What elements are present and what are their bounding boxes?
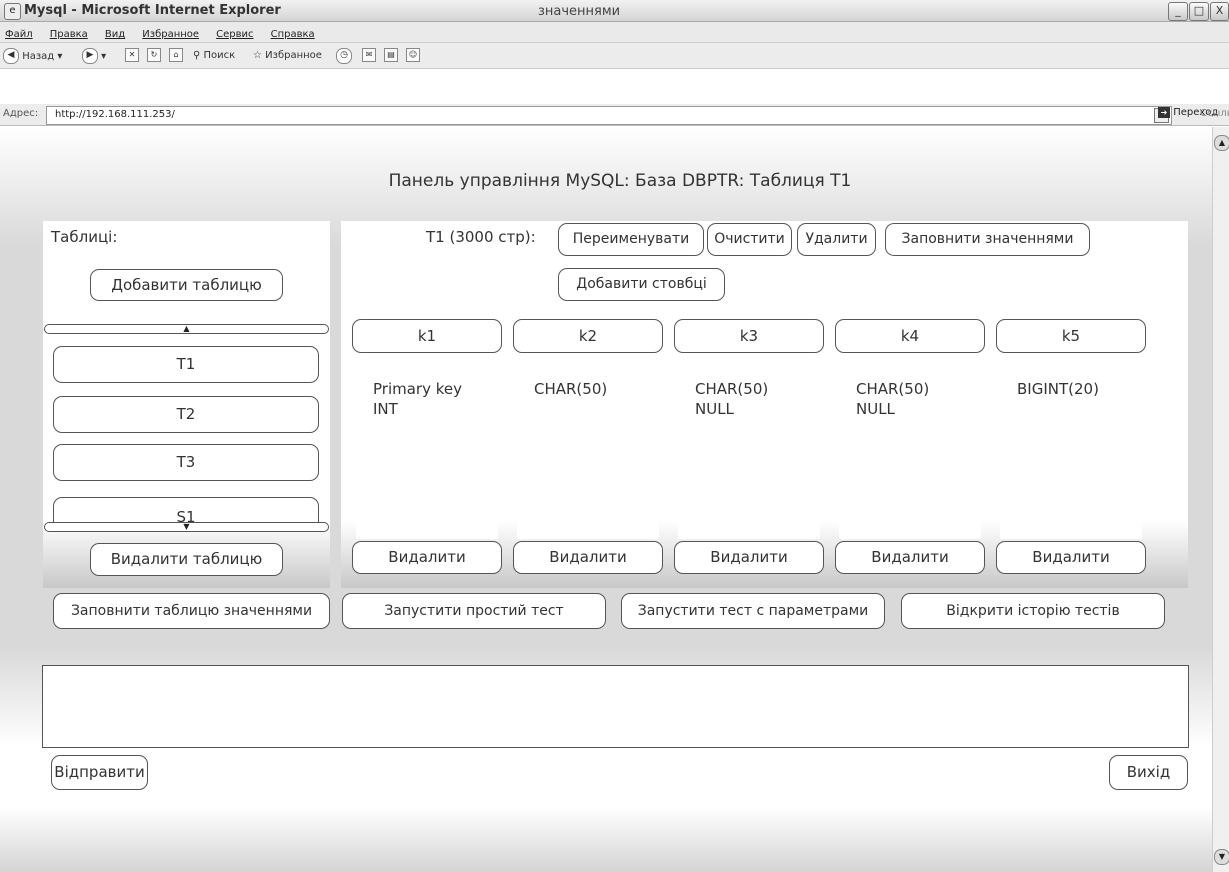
column-type-line: CHAR(50) (856, 380, 930, 398)
scroll-up-icon[interactable]: ▲ (1214, 135, 1229, 151)
history-button[interactable]: ◷ (336, 48, 352, 65)
close-button[interactable]: X (1210, 2, 1229, 21)
address-input[interactable]: http://192.168.111.253/ ▼ (46, 106, 1172, 125)
window-title: Mysql - Microsoft Internet Explorer (24, 3, 281, 18)
stop-button[interactable]: ✕ (125, 48, 139, 64)
add-table-button[interactable]: Добавити таблицю (90, 269, 283, 301)
menu-view[interactable]: Вид (105, 25, 125, 45)
menu-tools[interactable]: Сервис (216, 25, 253, 45)
search-label: Поиск (203, 50, 236, 61)
fill-values-button[interactable]: Заповнити значеннями (885, 223, 1090, 256)
minimize-button[interactable]: _ (1168, 2, 1188, 21)
title-bar: e Mysql - Microsoft Internet Explorer зн… (0, 0, 1229, 22)
delete-column-button[interactable]: Видалити (352, 541, 502, 574)
query-textarea[interactable] (42, 665, 1189, 748)
forward-button[interactable]: ▶ ▾ (82, 48, 106, 65)
column-header[interactable]: k1 (352, 319, 502, 353)
vertical-scrollbar[interactable]: ▲ ▼ (1212, 127, 1229, 872)
home-button[interactable]: ⌂ (169, 48, 183, 64)
print-button[interactable]: ▤ (384, 48, 398, 64)
column-header[interactable]: k4 (835, 319, 985, 353)
stop-icon: ✕ (125, 48, 139, 62)
home-icon: ⌂ (169, 48, 183, 62)
exit-button[interactable]: Вихід (1109, 755, 1188, 790)
tables-label: Таблиці: (51, 228, 118, 246)
column-type-line: CHAR(50) (534, 380, 608, 398)
list-scroll-down-icon[interactable]: ▼ (44, 522, 329, 532)
page-title: Панель управління MySQL: База DBPTR: Таб… (388, 171, 852, 191)
test-history-button[interactable]: Відкрити історію тестів (901, 593, 1165, 629)
table-item-t2[interactable]: T2 (53, 396, 319, 433)
column-type-line: BIGINT(20) (1017, 380, 1099, 398)
address-url: http://192.168.111.253/ (55, 109, 175, 120)
print-icon: ▤ (384, 48, 398, 62)
delete-column-button[interactable]: Видалити (674, 541, 824, 574)
go-arrow-icon: ➔ (1158, 107, 1170, 118)
toolbar: ◀ Назад ▾ ▶ ▾ ✕ ↻ ⌂ ⚲ Поиск ☆ Избранное … (0, 43, 1229, 69)
delete-column-button[interactable]: Видалити (513, 541, 663, 574)
star-icon: ☆ (253, 50, 262, 61)
column-header[interactable]: k5 (996, 319, 1146, 353)
menu-file[interactable]: Файл (5, 25, 33, 45)
delete-table-button[interactable]: Видалити таблицю (90, 543, 283, 576)
param-test-button[interactable]: Запустити тест с параметрами (621, 593, 885, 629)
delete-column-button[interactable]: Видалити (996, 541, 1146, 574)
rename-table-button[interactable]: Переименувати (558, 223, 704, 256)
table-info: T1 (3000 стр): (426, 228, 536, 246)
column-definition: CHAR(50) NULL (678, 353, 820, 539)
fill-table-button[interactable]: Заповнити таблицю значеннями (53, 593, 330, 629)
links-button[interactable]: Ссылки (1200, 108, 1229, 119)
favorites-label: Избранное (265, 50, 322, 61)
column-type-line: CHAR(50) (695, 380, 769, 398)
column-type-line: Primary key (373, 380, 462, 398)
column-type-line: NULL (695, 400, 734, 418)
list-scroll-up-icon[interactable]: ▲ (44, 324, 329, 334)
menu-bar: Файл Правка Вид Избранное Сервис Справка (0, 22, 1229, 43)
column-type-line: INT (373, 400, 398, 418)
add-columns-button[interactable]: Добавити стовбці (558, 268, 725, 301)
back-button[interactable]: ◀ Назад ▾ (3, 48, 62, 65)
column-definition: BIGINT(20) (1000, 353, 1142, 539)
favorites-button[interactable]: ☆ Избранное (253, 48, 322, 64)
send-button[interactable]: Відправити (51, 755, 148, 790)
column-definition: Primary key INT (356, 353, 498, 539)
messenger-icon: ☺ (406, 48, 420, 62)
refresh-icon: ↻ (147, 48, 161, 62)
address-bar: Адрес: http://192.168.111.253/ ▼ ➔ Перех… (0, 104, 1229, 126)
simple-test-button[interactable]: Запустити простий тест (342, 593, 606, 629)
back-label: Назад (22, 51, 55, 62)
messenger-button[interactable]: ☺ (406, 48, 420, 64)
column-definition: CHAR(50) NULL (839, 353, 981, 539)
menu-help[interactable]: Справка (271, 25, 315, 45)
maximize-button[interactable]: □ (1189, 2, 1209, 21)
remove-table-button[interactable]: Удалити (797, 223, 876, 256)
mail-button[interactable]: ✉ (362, 48, 376, 64)
column-definition: CHAR(50) (517, 353, 659, 539)
mail-icon: ✉ (362, 48, 376, 62)
menu-favorites[interactable]: Избранное (142, 25, 199, 45)
ie-icon: e (4, 3, 21, 20)
delete-column-button[interactable]: Видалити (835, 541, 985, 574)
column-header[interactable]: k3 (674, 319, 824, 353)
menu-edit[interactable]: Правка (50, 25, 88, 45)
refresh-button[interactable]: ↻ (147, 48, 161, 64)
column-header[interactable]: k2 (513, 319, 663, 353)
back-arrow-icon: ◀ (3, 48, 19, 64)
window-title-fragment: значеннями (538, 4, 621, 19)
search-icon: ⚲ (193, 50, 201, 61)
address-label: Адрес: (3, 108, 39, 119)
search-button[interactable]: ⚲ Поиск (193, 48, 235, 64)
forward-arrow-icon: ▶ (82, 48, 98, 64)
scroll-down-icon[interactable]: ▼ (1214, 849, 1229, 865)
clear-table-button[interactable]: Очистити (707, 223, 792, 256)
history-icon: ◷ (336, 48, 352, 64)
table-item-t3[interactable]: T3 (53, 444, 319, 481)
column-type-line: NULL (856, 400, 895, 418)
table-item-t1[interactable]: T1 (53, 346, 319, 383)
